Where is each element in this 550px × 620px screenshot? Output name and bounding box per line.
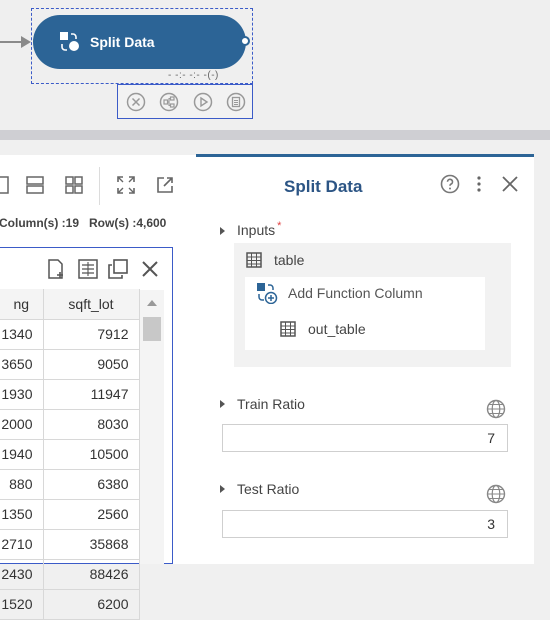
table-cell[interactable]: 2000 — [0, 409, 44, 440]
train-ratio-input[interactable] — [222, 424, 508, 452]
table-cell[interactable]: 3650 — [0, 349, 44, 380]
open-external-icon[interactable] — [155, 175, 175, 195]
more-options-icon[interactable] — [469, 174, 489, 194]
test-ratio-label: Test Ratio — [237, 481, 300, 497]
node-status: - -:- -:- -(-) — [168, 70, 219, 81]
panel-title: Split Data — [284, 177, 363, 196]
table-cell[interactable]: 1520 — [0, 589, 44, 620]
add-function-column-link[interactable]: Add Function Column — [288, 285, 423, 301]
row-count: Row(s) :4,600 — [89, 216, 167, 230]
output-port[interactable] — [240, 36, 250, 46]
table-cell[interactable]: 6200 — [43, 589, 140, 620]
toolbar-separator — [99, 167, 100, 205]
required-mark: * — [277, 220, 282, 232]
add-function-column-icon[interactable] — [256, 282, 278, 304]
table-cell[interactable]: 2710 — [0, 529, 44, 560]
clipboard-icon[interactable] — [226, 92, 246, 112]
split-data-icon — [60, 32, 79, 51]
close-icon[interactable] — [139, 258, 161, 280]
run-icon[interactable] — [193, 92, 213, 112]
table-header-row: ng sqft_lot — [0, 289, 140, 320]
table-row: 880 6380 — [0, 469, 140, 500]
train-ratio-collapse-caret[interactable] — [220, 400, 225, 408]
test-ratio-collapse-caret[interactable] — [220, 485, 225, 493]
table-cell[interactable]: 1340 — [0, 319, 44, 350]
table-row: 1930 11947 — [0, 379, 140, 410]
table-row: 2710 35868 — [0, 529, 140, 560]
copy-icon[interactable] — [107, 258, 129, 280]
column-header[interactable]: ng — [0, 289, 44, 320]
table-cell[interactable]: 6380 — [43, 469, 140, 500]
column-header[interactable]: sqft_lot — [43, 289, 140, 320]
cancel-icon[interactable] — [126, 92, 146, 112]
column-settings-icon[interactable] — [77, 258, 99, 280]
table-icon — [280, 321, 296, 337]
help-icon[interactable] — [440, 174, 460, 194]
inputs-label[interactable]: Inputs * — [237, 220, 282, 238]
table-cell[interactable]: 7912 — [43, 319, 140, 350]
table-cell[interactable]: 9050 — [43, 349, 140, 380]
table-cell[interactable]: 35868 — [43, 529, 140, 560]
connection-arrowhead — [21, 36, 31, 48]
data-table: ng sqft_lot 1340 7912 3650 9050 1930 119… — [0, 289, 140, 620]
node-action-bar — [117, 84, 253, 119]
new-file-icon[interactable] — [45, 258, 67, 280]
column-count: Column(s) :19 — [0, 216, 80, 230]
table-icon — [246, 252, 262, 268]
inputs-collapse-caret[interactable] — [220, 227, 225, 235]
table-row: 3650 9050 — [0, 349, 140, 380]
vertical-scrollbar[interactable] — [139, 290, 164, 564]
train-ratio-label: Train Ratio — [237, 396, 305, 412]
scroll-thumb[interactable] — [143, 317, 161, 341]
layout-columns-icon[interactable] — [0, 175, 10, 195]
table-row: 1350 2560 — [0, 499, 140, 530]
panel-gutter — [534, 154, 550, 564]
inputs-label-text: Inputs — [237, 222, 276, 238]
table-cell[interactable]: 11947 — [43, 379, 140, 410]
table-cell[interactable]: 880 — [0, 469, 44, 500]
table-cell[interactable]: 1350 — [0, 499, 44, 530]
node-label: Split Data — [90, 34, 155, 50]
globe-icon[interactable] — [486, 484, 506, 504]
layout-grid-icon[interactable] — [64, 175, 84, 195]
table-row: 1340 7912 — [0, 319, 140, 350]
close-icon[interactable] — [500, 174, 520, 194]
test-ratio-input[interactable] — [222, 510, 508, 538]
table-row: 1520 6200 — [0, 589, 140, 620]
table-cell[interactable]: 1940 — [0, 439, 44, 470]
table-cell[interactable]: 8030 — [43, 409, 140, 440]
table-row: 1940 10500 — [0, 439, 140, 470]
expand-icon[interactable] — [116, 175, 136, 195]
table-row: 2000 8030 — [0, 409, 140, 440]
table-cell[interactable]: 2560 — [43, 499, 140, 530]
layout-rows-icon[interactable] — [25, 175, 45, 195]
globe-icon[interactable] — [486, 399, 506, 419]
split-data-node[interactable]: Split Data — [33, 15, 246, 69]
table-cell[interactable]: 1930 — [0, 379, 44, 410]
output-table-name[interactable]: out_table — [308, 321, 366, 337]
table-cell[interactable]: 10500 — [43, 439, 140, 470]
connection-edge — [0, 41, 22, 43]
panel-splitter[interactable] — [0, 130, 550, 140]
scroll-up-icon[interactable] — [147, 300, 157, 306]
input-table-name[interactable]: table — [274, 252, 304, 268]
lineage-icon[interactable] — [159, 92, 179, 112]
